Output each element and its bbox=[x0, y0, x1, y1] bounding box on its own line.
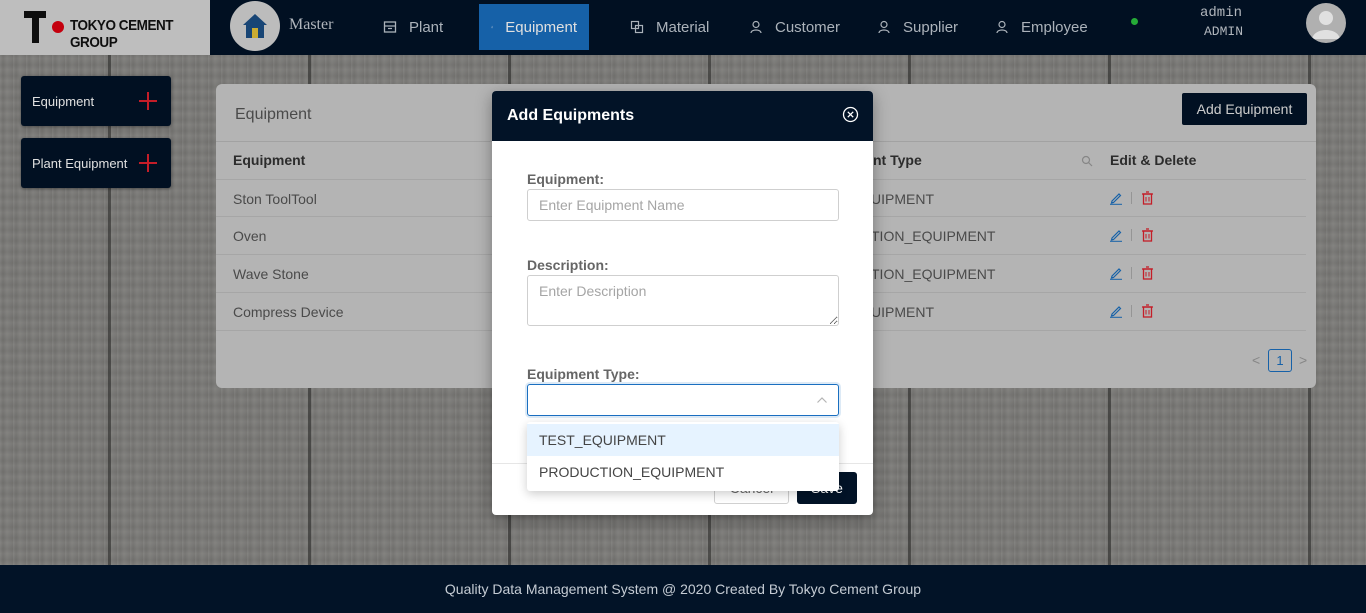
action-separator bbox=[1131, 305, 1132, 317]
user-icon bbox=[750, 20, 762, 34]
modal-header: Add Equipments bbox=[492, 91, 873, 141]
nav-equipment-label: Equipment bbox=[505, 18, 577, 36]
sidebar-item-equipment[interactable]: Equipment bbox=[21, 76, 171, 126]
nav-supplier-label: Supplier bbox=[903, 18, 959, 36]
avatar-user-icon bbox=[1312, 11, 1340, 39]
card-title: Equipment bbox=[235, 106, 312, 123]
modal-title: Add Equipments bbox=[507, 107, 635, 124]
pagination-prev[interactable]: < bbox=[1252, 352, 1260, 368]
action-separator bbox=[1131, 267, 1132, 279]
top-navbar: TOKYO CEMENT GROUP Master Plant Equipmen… bbox=[0, 0, 1366, 55]
logo-red-dot bbox=[52, 21, 64, 33]
user-avatar[interactable] bbox=[1306, 3, 1346, 43]
footer-text: Quality Data Management System @ 2020 Cr… bbox=[444, 581, 922, 597]
user-icon bbox=[996, 20, 1008, 34]
nav-equipment[interactable]: Equipment bbox=[479, 4, 589, 50]
master-label[interactable]: Master bbox=[289, 16, 333, 34]
home-button[interactable] bbox=[230, 1, 280, 51]
building-icon bbox=[383, 21, 397, 33]
dropdown-option-test-equipment[interactable]: TEST_EQUIPMENT bbox=[527, 424, 839, 456]
sidebar-item-plant-equipment[interactable]: Plant Equipment bbox=[21, 138, 171, 188]
user-name: admin bbox=[1200, 5, 1243, 21]
nav-employee-label: Employee bbox=[1021, 18, 1088, 36]
add-equipment-button[interactable]: Add Equipment bbox=[1182, 93, 1307, 125]
cell-equipment: Wave Stone bbox=[233, 266, 309, 282]
chevron-up-icon bbox=[817, 397, 827, 403]
column-header-equipment[interactable]: Equipment bbox=[233, 152, 305, 168]
equipment-type-select[interactable] bbox=[527, 384, 839, 416]
layers-icon bbox=[630, 20, 644, 34]
tokyo-cement-logo-icon bbox=[24, 11, 46, 43]
edit-icon[interactable] bbox=[1109, 228, 1123, 242]
equipment-name-input[interactable] bbox=[527, 189, 839, 221]
nav-supplier[interactable]: Supplier bbox=[877, 4, 958, 50]
delete-icon[interactable] bbox=[1141, 228, 1154, 242]
column-header-actions: Edit & Delete bbox=[1110, 152, 1197, 168]
cell-type: UIPMENT bbox=[871, 304, 934, 320]
cell-equipment: Oven bbox=[233, 228, 267, 244]
pagination-page-1[interactable]: 1 bbox=[1268, 349, 1292, 372]
nav-material[interactable]: Material bbox=[630, 4, 709, 50]
nav-material-label: Material bbox=[656, 18, 710, 36]
edit-icon[interactable] bbox=[1109, 266, 1123, 280]
cell-equipment: Compress Device bbox=[233, 304, 344, 320]
column-header-type[interactable]: nt Type bbox=[873, 152, 922, 168]
equipment-field-label: Equipment: bbox=[527, 171, 604, 187]
delete-icon[interactable] bbox=[1141, 266, 1154, 280]
cell-equipment: Ston ToolTool bbox=[233, 191, 317, 207]
action-separator bbox=[1131, 229, 1132, 241]
sidebar-item-label: Plant Equipment bbox=[32, 155, 128, 171]
sidebar-item-label: Equipment bbox=[32, 93, 95, 109]
user-role: ADMIN bbox=[1204, 24, 1244, 39]
nav-plant-label: Plant bbox=[409, 18, 444, 36]
description-field-label: Description: bbox=[527, 257, 609, 273]
close-icon[interactable] bbox=[842, 106, 859, 123]
action-separator bbox=[1131, 192, 1132, 204]
delete-icon[interactable] bbox=[1141, 304, 1154, 318]
search-icon[interactable] bbox=[1081, 155, 1093, 167]
edit-icon[interactable] bbox=[1109, 304, 1123, 318]
nav-customer-label: Customer bbox=[775, 18, 841, 36]
equipment-type-label: Equipment Type: bbox=[527, 366, 640, 382]
online-status-dot bbox=[1131, 18, 1138, 25]
edit-icon[interactable] bbox=[1109, 191, 1123, 205]
logo-text: TOKYO CEMENT GROUP bbox=[70, 17, 174, 51]
user-icon bbox=[878, 20, 890, 34]
nav-employee[interactable]: Employee bbox=[995, 4, 1088, 50]
page-footer: Quality Data Management System @ 2020 Cr… bbox=[0, 565, 1366, 613]
pagination-next[interactable]: > bbox=[1299, 352, 1307, 368]
cell-type: UIPMENT bbox=[871, 191, 934, 207]
home-icon bbox=[243, 14, 267, 38]
nav-customer[interactable]: Customer bbox=[749, 4, 840, 50]
brand-logo[interactable]: TOKYO CEMENT GROUP bbox=[0, 0, 210, 55]
dropdown-option-production-equipment[interactable]: PRODUCTION_EQUIPMENT bbox=[527, 456, 839, 488]
equipment-type-dropdown: TEST_EQUIPMENT PRODUCTION_EQUIPMENT bbox=[527, 422, 839, 491]
plus-icon bbox=[139, 92, 157, 110]
plus-icon bbox=[139, 154, 157, 172]
delete-icon[interactable] bbox=[1141, 191, 1154, 205]
description-textarea[interactable] bbox=[527, 275, 839, 326]
flask-icon bbox=[491, 26, 494, 28]
nav-plant[interactable]: Plant bbox=[383, 4, 443, 50]
cell-type: TION_EQUIPMENT bbox=[871, 266, 996, 282]
cell-type: TION_EQUIPMENT bbox=[871, 228, 996, 244]
